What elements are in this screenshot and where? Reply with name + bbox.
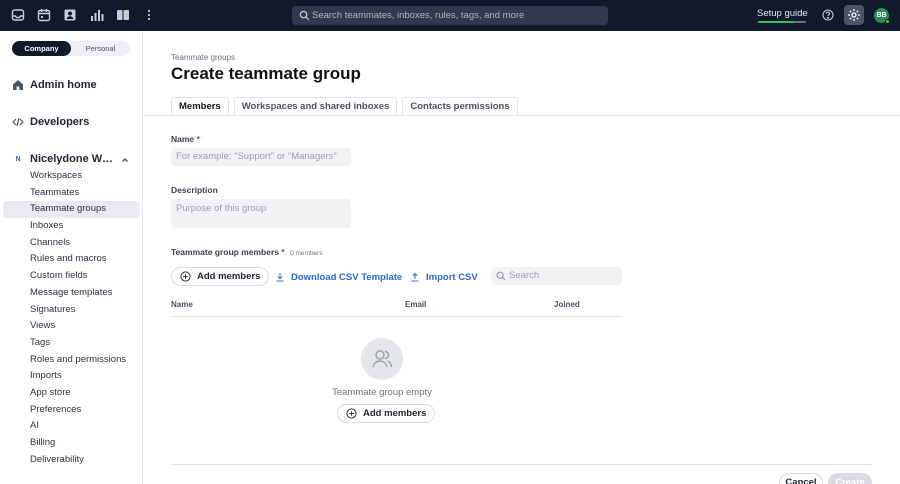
sidebar-item-workspaces[interactable]: Workspaces (3, 168, 139, 185)
sidebar-item-signatures[interactable]: Signatures (3, 302, 139, 319)
knowledge-base-icon[interactable] (116, 8, 130, 22)
user-avatar[interactable]: BB (874, 8, 890, 24)
empty-group-icon (361, 338, 403, 380)
user-initials: BB (876, 12, 887, 19)
code-icon (12, 116, 24, 128)
plus-circle-icon (180, 271, 191, 282)
name-label-text: Name (171, 134, 195, 144)
more-vertical-icon[interactable] (142, 8, 156, 22)
required-mark: * (196, 134, 200, 144)
sidebar-item-app-store[interactable]: App store (3, 385, 139, 402)
add-members-button[interactable]: Add members (171, 267, 270, 286)
sidebar-item-teammate-groups[interactable]: Teammate groups (3, 201, 139, 219)
plus-circle-icon (346, 408, 357, 419)
workspace-settings-list: Workspaces Teammates Teammate groups Inboxe… (3, 168, 139, 468)
analytics-icon[interactable] (90, 8, 104, 22)
setup-guide-progress-fill (758, 21, 794, 23)
nav-developers-label: Developers (30, 116, 90, 128)
sidebar: Company Personal Admin home Developers N… (0, 31, 143, 484)
footer-divider (171, 464, 872, 465)
page-title: Create teammate group (171, 64, 361, 83)
workspace-badge: N (15, 156, 21, 163)
top-bar: Search teammates, inboxes, rules, tags, … (0, 0, 900, 31)
setup-guide-link[interactable]: Setup guide (757, 8, 808, 19)
company-personal-toggle: Company Personal (12, 41, 130, 56)
name-field[interactable]: For example: "Support" or "Managers" (171, 148, 351, 166)
main-content: Teammate groups Create teammate group Me… (143, 31, 900, 484)
tab-bar: Members Workspaces and shared inboxes Co… (171, 97, 523, 115)
sidebar-item-inboxes[interactable]: Inboxes (3, 218, 139, 235)
table-header-divider (171, 316, 622, 317)
cancel-button[interactable]: Cancel (779, 473, 823, 484)
workspace-name[interactable]: Nicelydone Workspace (30, 153, 116, 165)
tab-contacts-permissions[interactable]: Contacts permissions (402, 97, 518, 115)
nav-admin-home[interactable]: Admin home (12, 77, 97, 93)
empty-state-text: Teammate group empty (332, 387, 432, 398)
import-csv-button[interactable]: Import CSV (410, 271, 478, 283)
upload-icon (410, 272, 420, 282)
settings-button[interactable] (844, 5, 864, 25)
create-button[interactable]: Create (828, 473, 872, 484)
search-icon (496, 271, 506, 281)
gear-icon (848, 9, 860, 21)
column-joined[interactable]: Joined (554, 300, 580, 309)
add-members-empty-button[interactable]: Add members (337, 404, 436, 423)
inbox-icon[interactable] (11, 8, 25, 22)
sidebar-item-billing[interactable]: Billing (3, 435, 139, 452)
column-name[interactable]: Name (171, 300, 193, 309)
sidebar-item-preferences[interactable]: Preferences (3, 402, 139, 419)
add-members-label: Add members (197, 271, 261, 282)
segment-personal[interactable]: Personal (71, 41, 130, 56)
setup-guide-progress (758, 21, 806, 23)
members-label: Teammate group members * 0 members (171, 247, 323, 257)
sidebar-item-ai[interactable]: AI (3, 418, 139, 435)
sidebar-item-custom-fields[interactable]: Custom fields (3, 268, 139, 285)
download-csv-label: Download CSV Template (291, 271, 403, 283)
tab-members[interactable]: Members (171, 97, 229, 115)
description-field[interactable]: Purpose of this group (171, 199, 351, 228)
sidebar-item-deliverability[interactable]: Deliverability (3, 452, 139, 469)
sidebar-item-roles-and-permissions[interactable]: Roles and permissions (3, 352, 139, 369)
breadcrumb[interactable]: Teammate groups (171, 53, 235, 62)
sidebar-item-teammates[interactable]: Teammates (3, 185, 139, 202)
download-csv-button[interactable]: Download CSV Template (275, 271, 402, 283)
sidebar-item-views[interactable]: Views (3, 318, 139, 335)
global-search-input[interactable]: Search teammates, inboxes, rules, tags, … (292, 6, 608, 25)
home-icon (12, 79, 24, 91)
search-icon (299, 10, 310, 21)
tab-divider (143, 115, 900, 116)
members-label-text: Teammate group members (171, 247, 280, 257)
add-members-empty-label: Add members (363, 408, 427, 419)
global-search-placeholder: Search teammates, inboxes, rules, tags, … (312, 10, 525, 21)
nav-developers[interactable]: Developers (12, 114, 89, 130)
members-search-placeholder: Search (509, 270, 540, 281)
tab-workspaces-shared-inboxes[interactable]: Workspaces and shared inboxes (233, 97, 398, 115)
sidebar-item-rules-and-macros[interactable]: Rules and macros (3, 251, 139, 268)
sidebar-item-channels[interactable]: Channels (3, 235, 139, 252)
description-label: Description (171, 185, 218, 195)
description-placeholder: Purpose of this group (176, 203, 267, 214)
contacts-icon[interactable] (63, 8, 77, 22)
download-icon (275, 272, 285, 282)
sidebar-item-message-templates[interactable]: Message templates (3, 285, 139, 302)
segment-company[interactable]: Company (12, 41, 71, 56)
sidebar-item-tags[interactable]: Tags (3, 335, 139, 352)
online-status-dot (885, 19, 890, 24)
chevron-up-icon[interactable] (120, 155, 130, 165)
name-placeholder: For example: "Support" or "Managers" (176, 151, 337, 162)
import-csv-label: Import CSV (426, 271, 478, 283)
name-label: Name * (171, 134, 200, 144)
required-mark: * (281, 247, 285, 257)
members-count: 0 members (290, 250, 323, 257)
help-icon[interactable] (822, 9, 834, 21)
members-search-input[interactable]: Search (491, 267, 622, 285)
sidebar-item-imports[interactable]: Imports (3, 368, 139, 385)
calendar-icon[interactable] (37, 8, 51, 22)
nav-admin-home-label: Admin home (30, 79, 97, 91)
column-email[interactable]: Email (405, 300, 426, 309)
